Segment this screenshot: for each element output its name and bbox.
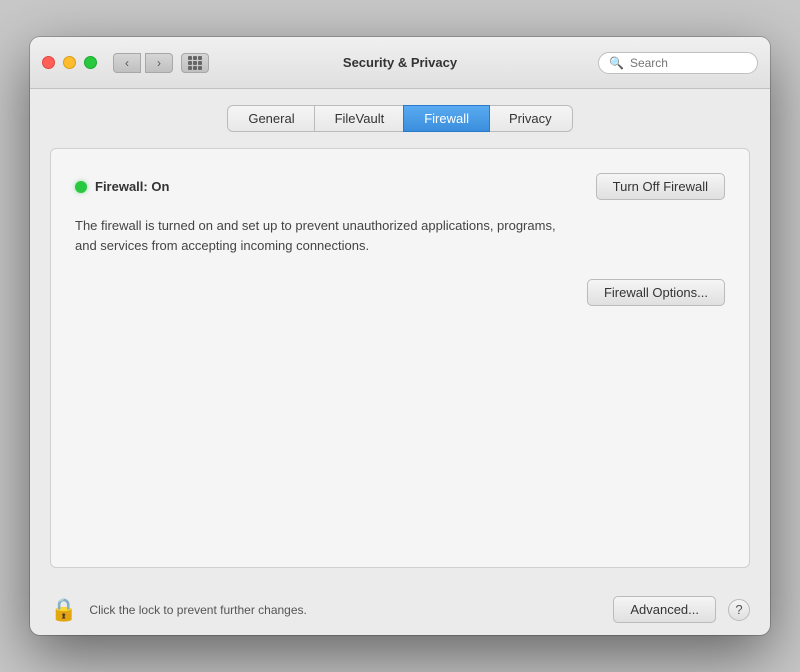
grid-icon [188,56,202,70]
tab-general[interactable]: General [227,105,315,132]
firewall-description: The firewall is turned on and set up to … [75,216,575,255]
search-icon: 🔍 [609,56,624,70]
back-button[interactable]: ‹ [113,53,141,73]
turn-off-firewall-button[interactable]: Turn Off Firewall [596,173,725,200]
back-icon: ‹ [125,56,129,70]
lock-text: Click the lock to prevent further change… [89,603,601,617]
firewall-status-label: Firewall: On [95,179,169,194]
help-button[interactable]: ? [728,599,750,621]
content-area: General FileVault Firewall Privacy Firew… [30,89,770,584]
grid-button[interactable] [181,53,209,73]
maximize-button[interactable] [84,56,97,69]
nav-buttons: ‹ › [113,53,173,73]
tab-privacy[interactable]: Privacy [488,105,573,132]
options-row: Firewall Options... [75,279,725,306]
tab-firewall[interactable]: Firewall [403,105,490,132]
forward-icon: › [157,56,161,70]
traffic-lights [42,56,97,69]
advanced-button[interactable]: Advanced... [613,596,716,623]
firewall-status-row: Firewall: On Turn Off Firewall [75,173,725,200]
search-box[interactable]: 🔍 [598,52,758,74]
main-window: ‹ › Security & Privacy 🔍 General FileVau… [30,37,770,635]
search-input[interactable] [630,56,747,70]
tab-filevault[interactable]: FileVault [314,105,406,132]
help-icon: ? [735,602,742,617]
lock-icon[interactable]: 🔒 [50,597,77,623]
forward-button[interactable]: › [145,53,173,73]
titlebar: ‹ › Security & Privacy 🔍 [30,37,770,89]
window-title: Security & Privacy [343,55,457,70]
close-button[interactable] [42,56,55,69]
main-panel: Firewall: On Turn Off Firewall The firew… [50,148,750,568]
status-left: Firewall: On [75,179,169,194]
bottom-bar: 🔒 Click the lock to prevent further chan… [30,584,770,635]
minimize-button[interactable] [63,56,76,69]
tab-bar: General FileVault Firewall Privacy [50,105,750,132]
firewall-options-button[interactable]: Firewall Options... [587,279,725,306]
firewall-status-dot [75,181,87,193]
